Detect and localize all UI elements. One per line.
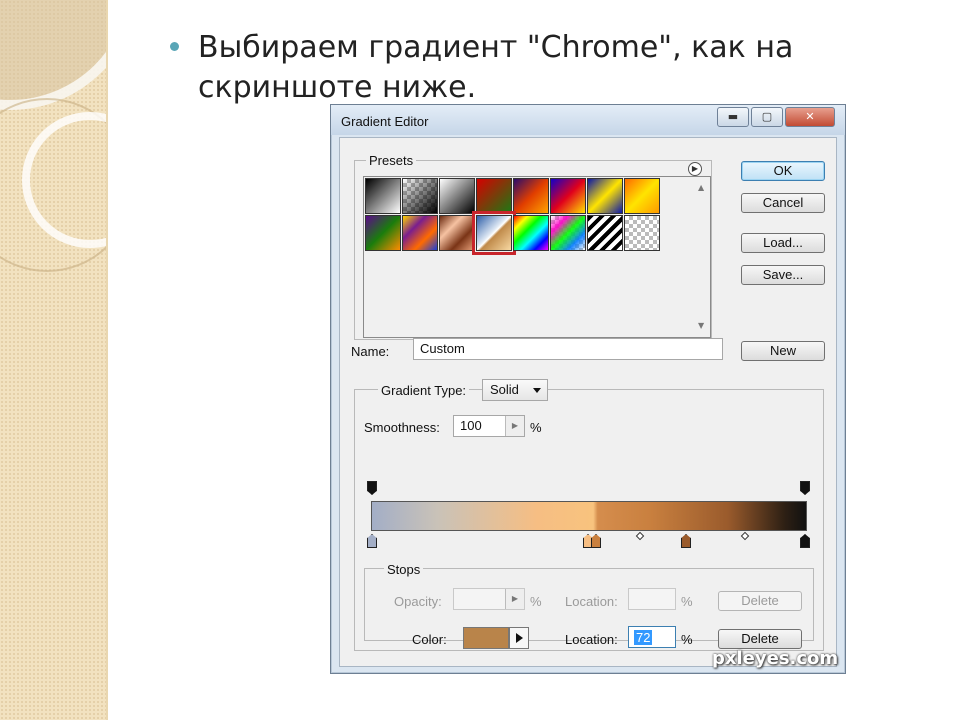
opacity-location-unit: % bbox=[681, 594, 693, 609]
watermark: pxleyes.com bbox=[712, 648, 839, 669]
minimize-icon: ▬ bbox=[727, 110, 739, 123]
smoothness-input[interactable]: 100 ▶ bbox=[453, 415, 525, 437]
opacity-input[interactable]: ▶ bbox=[453, 588, 525, 610]
presets-list: ▲ ▼ bbox=[363, 176, 711, 338]
preset-swatch-black-white[interactable] bbox=[365, 178, 401, 214]
gradient-type-value: Solid bbox=[490, 382, 519, 397]
color-location-value: 72 bbox=[634, 630, 653, 645]
bullet-icon bbox=[170, 36, 182, 51]
new-button[interactable]: New bbox=[741, 341, 825, 361]
name-input[interactable]: Custom bbox=[413, 338, 723, 360]
smoothness-unit: % bbox=[530, 420, 542, 435]
stepper-arrow-icon[interactable]: ▶ bbox=[505, 589, 524, 609]
title-bar: Gradient Editor ▬ ▢ ✕ bbox=[331, 105, 845, 135]
close-button[interactable]: ✕ bbox=[785, 107, 835, 127]
preset-swatch-blue-red-yellow[interactable] bbox=[550, 178, 586, 214]
preset-swatch-orange-yellow[interactable] bbox=[624, 178, 660, 214]
color-location-label: Location: bbox=[565, 632, 618, 647]
slide-text: Выбираем градиент "Chrome", как на скрин… bbox=[198, 30, 794, 105]
smoothness-value: 100 bbox=[460, 418, 482, 433]
preset-swatch-copper[interactable] bbox=[439, 215, 475, 251]
opacity-delete-button[interactable]: Delete bbox=[718, 591, 802, 611]
color-picker-arrow-icon[interactable] bbox=[509, 627, 529, 649]
color-swatch[interactable] bbox=[463, 627, 509, 649]
preset-swatch-yellow-violet-orange-blue[interactable] bbox=[402, 215, 438, 251]
maximize-button[interactable]: ▢ bbox=[751, 107, 783, 127]
opacity-location-label: Location: bbox=[565, 594, 618, 609]
minimize-button[interactable]: ▬ bbox=[717, 107, 749, 127]
preset-swatch-transparent-stripes[interactable] bbox=[587, 215, 623, 251]
stops-label: Stops bbox=[384, 562, 424, 577]
cancel-button[interactable]: Cancel bbox=[741, 193, 825, 213]
gradient-type-label: Gradient Type: bbox=[378, 383, 470, 398]
stepper-arrow-icon[interactable]: ▶ bbox=[505, 416, 524, 436]
color-location-unit: % bbox=[681, 632, 693, 647]
dialog-client-area: Presets ▶ ▲ ▼ OK Cancel Load... Save... … bbox=[339, 137, 837, 667]
gradient-editor-window: Gradient Editor ▬ ▢ ✕ Presets ▶ ▲ ▼ OK C… bbox=[330, 104, 846, 674]
preset-swatch-white-black[interactable] bbox=[439, 178, 475, 214]
scroll-down-icon[interactable]: ▼ bbox=[698, 321, 704, 330]
smoothness-label: Smoothness: bbox=[364, 420, 440, 435]
preset-swatch-spectrum[interactable] bbox=[513, 215, 549, 251]
preset-swatch-blue-yellow-blue[interactable] bbox=[587, 178, 623, 214]
opacity-label: Opacity: bbox=[394, 594, 442, 609]
side-panel-edge bbox=[106, 0, 108, 720]
preset-swatch-violet-green-orange[interactable] bbox=[365, 215, 401, 251]
ok-button[interactable]: OK bbox=[741, 161, 825, 181]
load-button[interactable]: Load... bbox=[741, 233, 825, 253]
name-label: Name: bbox=[351, 344, 390, 359]
presets-scrollbar[interactable]: ▲ ▼ bbox=[694, 177, 710, 337]
gradient-preview-bar[interactable] bbox=[371, 501, 807, 531]
color-label: Color: bbox=[412, 632, 447, 647]
chevron-down-icon bbox=[533, 388, 541, 393]
preset-swatch-red-green[interactable] bbox=[476, 178, 512, 214]
gradient-type-dropdown[interactable]: Solid bbox=[482, 379, 548, 401]
circle-arrow-icon[interactable]: ▶ bbox=[688, 162, 702, 176]
color-location-input[interactable]: 72 bbox=[628, 626, 676, 648]
preset-swatch-violet-orange[interactable] bbox=[513, 178, 549, 214]
color-delete-button[interactable]: Delete bbox=[718, 629, 802, 649]
preset-swatch-transparent-black[interactable] bbox=[402, 178, 438, 214]
preset-swatch-transparent-rainbow[interactable] bbox=[550, 215, 586, 251]
opacity-location-input[interactable] bbox=[628, 588, 676, 610]
presets-label: Presets bbox=[366, 153, 417, 168]
preset-swatch-transparent-checker[interactable] bbox=[624, 215, 660, 251]
opacity-unit: % bbox=[530, 594, 542, 609]
save-button[interactable]: Save... bbox=[741, 265, 825, 285]
decorative-side-panel bbox=[0, 0, 106, 720]
close-icon: ✕ bbox=[805, 110, 815, 123]
maximize-icon: ▢ bbox=[761, 110, 773, 123]
decorative-circle bbox=[0, 0, 106, 110]
preset-swatch-chrome[interactable] bbox=[472, 211, 516, 255]
scroll-up-icon[interactable]: ▲ bbox=[698, 183, 704, 192]
window-title: Gradient Editor bbox=[341, 114, 429, 129]
